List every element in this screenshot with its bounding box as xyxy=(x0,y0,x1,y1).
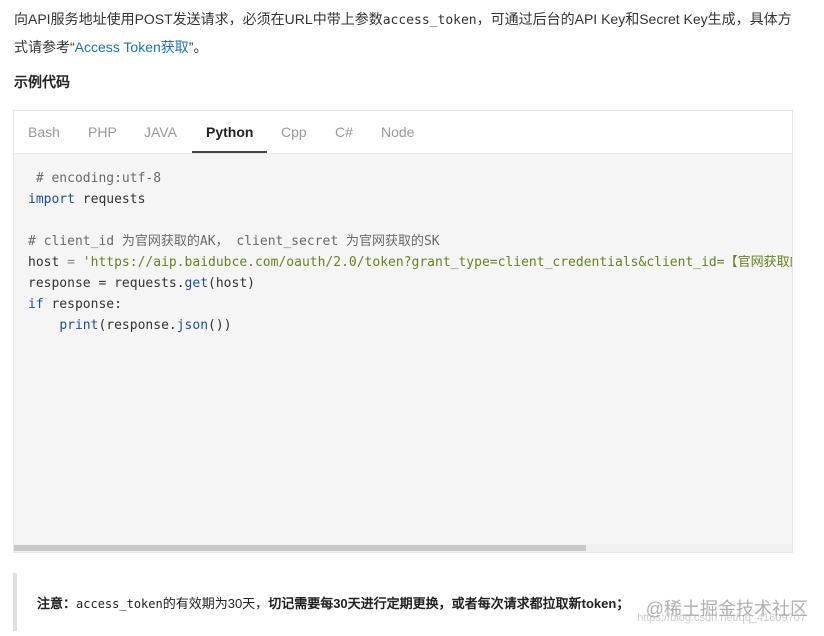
code-line-comment-encoding: # encoding:utf-8 xyxy=(28,171,162,186)
intro-text-3: ”。 xyxy=(188,39,208,55)
code-import-module: requests xyxy=(74,192,146,207)
code-block: # encoding:utf-8 import requests # clien… xyxy=(14,154,792,542)
code-fn-get: get xyxy=(184,276,209,291)
tab-csharp[interactable]: C# xyxy=(335,111,353,153)
note-bold-text: 切记需要每30天进行定期更换，或者每次请求都拉取新token； xyxy=(268,596,630,611)
scrollbar-thumb[interactable] xyxy=(14,545,586,551)
code-line-comment-keys: # client_id 为官网获取的AK， client_secret 为官网获… xyxy=(28,234,440,249)
tab-node[interactable]: Node xyxy=(381,111,414,153)
code-keyword-if: if xyxy=(28,297,44,312)
intro-paragraph: 向API服务地址使用POST发送请求，必须在URL中带上参数access_tok… xyxy=(14,6,804,60)
code-operator-eq: = xyxy=(59,255,83,270)
code-fn-json: json xyxy=(176,318,209,333)
tab-bash[interactable]: Bash xyxy=(28,111,60,153)
access-token-param: access_token xyxy=(382,13,477,28)
code-if-condition: response: xyxy=(43,297,122,312)
section-title: 示例代码 xyxy=(14,74,70,90)
code-response-assign: response = requests. xyxy=(28,276,185,291)
code-print-args-a: (response. xyxy=(98,318,177,333)
code-print-args-b: ()) xyxy=(208,318,232,333)
note-param: access_token xyxy=(76,597,163,611)
code-fn-print: print xyxy=(59,318,99,333)
tab-cpp[interactable]: Cpp xyxy=(281,111,307,153)
tab-java[interactable]: JAVA xyxy=(144,111,177,153)
watermark-url: https://blog.csdn.net/qq_41609707 xyxy=(637,612,806,624)
code-sample-card: Bash PHP JAVA Python Cpp C# Node # encod… xyxy=(13,110,793,553)
code-keyword-import: import xyxy=(28,192,75,207)
horizontal-scrollbar[interactable] xyxy=(14,544,792,552)
language-tabbar: Bash PHP JAVA Python Cpp C# Node xyxy=(14,111,792,154)
code-string-url: 'https://aip.baidubce.com/oauth/2.0/toke… xyxy=(82,255,792,270)
intro-text-1: 向API服务地址使用POST发送请求，必须在URL中带上参数 xyxy=(14,11,383,27)
note-text: 注意：access_token的有效期为30天，切记需要每30天进行定期更换，或… xyxy=(37,593,629,612)
tab-php[interactable]: PHP xyxy=(88,111,117,153)
code-get-args: (host) xyxy=(208,276,255,291)
code-var-host: host xyxy=(28,255,60,270)
access-token-link[interactable]: Access Token获取 xyxy=(75,39,189,55)
note-label: 注意： xyxy=(37,596,77,611)
tab-python[interactable]: Python xyxy=(192,111,268,153)
note-text-1: 的有效期为30天， xyxy=(162,596,269,611)
